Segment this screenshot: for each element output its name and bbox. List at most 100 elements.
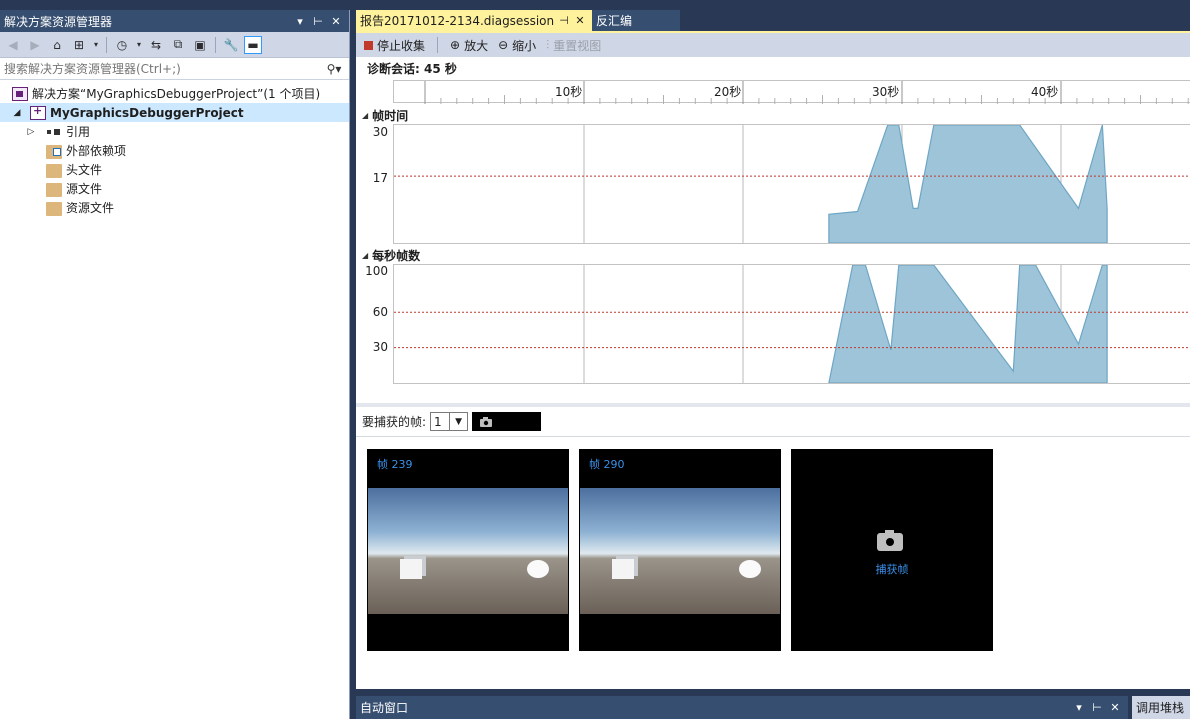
frames-to-capture-label: 要捕获的帧: <box>362 415 427 429</box>
tree-item-header-files[interactable]: 头文件 <box>0 160 349 179</box>
toolbar-separator <box>106 36 107 53</box>
show-all-files-icon[interactable]: ▣ <box>191 36 209 54</box>
fps-header[interactable]: ◢ 每秒帧数 <box>362 247 420 264</box>
tree-item-project[interactable]: ◢ MyGraphicsDebuggerProject <box>0 103 349 122</box>
forward-icon[interactable]: ▶ <box>26 36 44 54</box>
frame-time-graph[interactable] <box>393 124 1190 244</box>
close-tab-icon[interactable]: ✕ <box>572 14 588 27</box>
ruler-label-40s: 40秒 <box>1031 85 1059 99</box>
frame-thumbnail[interactable]: 帧 290 <box>579 449 781 651</box>
window-menu-dropdown-icon[interactable]: ▾ <box>291 15 309 28</box>
call-stack-tab[interactable]: 调用堆栈 <box>1132 696 1190 719</box>
capture-toolbar: 要捕获的帧: 1 ▼ <box>356 407 1190 437</box>
tree-item-solution[interactable]: 解决方案“MyGraphicsDebuggerProject”(1 个项目) <box>0 84 349 103</box>
tree-item-external-deps[interactable]: 外部依赖项 <box>0 141 349 160</box>
tree-item-label: 解决方案“MyGraphicsDebuggerProject”(1 个项目) <box>32 87 321 101</box>
collapse-all-icon[interactable]: ⧉ <box>169 36 187 54</box>
project-icon <box>30 104 46 120</box>
fps-graph[interactable] <box>393 264 1190 384</box>
ruler-label-20s: 20秒 <box>714 85 742 99</box>
back-icon[interactable]: ◀ <box>4 36 22 54</box>
frame-time-plot <box>394 125 1190 243</box>
properties-wrench-icon[interactable]: 🔧 <box>222 36 240 54</box>
close-icon[interactable]: ✕ <box>327 15 345 28</box>
tree-item-references[interactable]: ▷ 引用 <box>0 122 349 141</box>
solution-explorer-toolbar: ◀ ▶ ⌂ ⊞ ▾ ◷ ▾ ⇆ ⧉ ▣ 🔧 ▬ <box>0 32 349 58</box>
tree-item-source-files[interactable]: 源文件 <box>0 179 349 198</box>
tab-diagsession-report[interactable]: 报告20171012-2134.diagsession ⊣ ✕ <box>356 10 592 31</box>
reset-view-icon: ⫶ <box>546 37 550 52</box>
camera-icon <box>877 530 903 551</box>
search-input[interactable] <box>4 61 323 76</box>
frame-scene-image <box>580 488 780 614</box>
autos-window-tab[interactable]: 自动窗口 ▾ ⊢ ✕ <box>356 696 1128 719</box>
folder-icon <box>46 182 62 197</box>
collapse-arrow-icon[interactable]: ◢ <box>10 108 24 118</box>
frame-time-title: 帧时间 <box>372 109 409 123</box>
solution-icon <box>12 86 28 101</box>
fps-y-label-100: 100 <box>365 264 388 278</box>
pin-icon[interactable]: ⊢ <box>1088 701 1106 714</box>
dropdown-chevron-icon[interactable]: ▾ <box>135 36 143 54</box>
tree-item-label: MyGraphicsDebuggerProject <box>50 105 244 120</box>
document-tab-strip: 报告20171012-2134.diagsession ⊣ ✕ 反汇编 <box>356 10 1190 31</box>
frame-time-area <box>828 125 1108 243</box>
scene-cube <box>612 559 634 579</box>
time-ruler-ticks <box>424 81 1189 104</box>
frame-time-header[interactable]: ◢ 帧时间 <box>362 107 408 124</box>
tree-item-label: 头文件 <box>66 163 103 177</box>
tree-item-resource-files[interactable]: 资源文件 <box>0 198 349 217</box>
dropdown-chevron-icon[interactable]: ▾ <box>92 36 100 54</box>
search-icon[interactable]: ⚲▾ <box>323 62 345 76</box>
zoom-in-button[interactable]: ⊕ 放大 <box>450 37 488 54</box>
external-deps-icon <box>46 144 62 159</box>
chevron-down-icon[interactable]: ▼ <box>449 413 467 430</box>
zoom-out-button[interactable]: ⊖ 缩小 <box>498 37 536 54</box>
solution-explorer-panel: 解决方案资源管理器 ▾ ⊢ ✕ ◀ ▶ ⌂ ⊞ ▾ ◷ ▾ ⇆ ⧉ ▣ 🔧 ▬ … <box>0 10 350 719</box>
diagnostics-session-document: 停止收集 ⊕ 放大 ⊖ 缩小 ⫶ 重置视图 诊断会话: 45 秒 10秒 20秒… <box>356 33 1190 689</box>
frames-to-capture-select[interactable]: 1 ▼ <box>430 412 469 431</box>
capture-frame-label[interactable]: 捕获帧 <box>791 561 993 577</box>
frames-to-capture-value: 1 <box>434 414 442 429</box>
session-duration-label: 诊断会话: 45 秒 <box>367 61 457 76</box>
reset-view-button[interactable]: ⫶ 重置视图 <box>546 37 601 54</box>
pin-icon[interactable]: ⊢ <box>309 15 327 28</box>
time-ruler[interactable]: 10秒 20秒 30秒 40秒 <box>393 80 1190 104</box>
capture-frame-button[interactable] <box>472 412 542 431</box>
tab-label: 反汇编 <box>596 14 633 28</box>
fps-y-label-60: 60 <box>372 305 388 319</box>
reset-view-label: 重置视图 <box>553 38 602 53</box>
zoom-out-label: 缩小 <box>512 38 537 53</box>
solution-explorer-title: 解决方案资源管理器 <box>4 14 113 29</box>
collapse-triangle-icon[interactable]: ◢ <box>362 111 368 120</box>
collapse-triangle-icon[interactable]: ◢ <box>362 251 368 260</box>
toolbar-separator <box>215 36 216 53</box>
solution-tree: 解决方案“MyGraphicsDebuggerProject”(1 个项目) ◢… <box>0 80 349 217</box>
pending-changes-filter-icon[interactable]: ◷ <box>113 36 131 54</box>
ruler-label-30s: 30秒 <box>872 85 900 99</box>
frame-thumbnail[interactable]: 帧 239 <box>367 449 569 651</box>
close-icon[interactable]: ✕ <box>1106 701 1124 714</box>
fps-area <box>828 265 1108 383</box>
frame-label[interactable]: 帧 290 <box>589 456 625 472</box>
camera-icon <box>480 416 493 427</box>
zoom-in-label: 放大 <box>464 38 489 53</box>
expand-arrow-icon[interactable]: ▷ <box>24 127 38 137</box>
folder-icon <box>46 163 62 178</box>
window-menu-dropdown-icon[interactable]: ▾ <box>1070 701 1088 714</box>
ruler-label-10s: 10秒 <box>555 85 583 99</box>
stop-collection-label: 停止收集 <box>377 38 426 53</box>
preview-selected-items-icon[interactable]: ▬ <box>244 35 262 54</box>
home-icon[interactable]: ⌂ <box>48 36 66 54</box>
scene-cube <box>400 559 422 579</box>
switch-views-icon[interactable]: ⊞ <box>70 36 88 54</box>
pin-tab-icon[interactable]: ⊣ <box>556 14 572 27</box>
capture-frame-tile[interactable]: 捕获帧 <box>791 449 993 651</box>
references-icon <box>46 125 62 139</box>
frame-label[interactable]: 帧 239 <box>377 456 413 472</box>
sync-with-active-document-icon[interactable]: ⇆ <box>147 36 165 54</box>
tab-disassembly[interactable]: 反汇编 <box>592 10 680 31</box>
tree-item-label: 资源文件 <box>66 201 115 215</box>
autos-window-title: 自动窗口 <box>360 701 409 715</box>
stop-collection-button[interactable]: 停止收集 <box>364 37 425 54</box>
